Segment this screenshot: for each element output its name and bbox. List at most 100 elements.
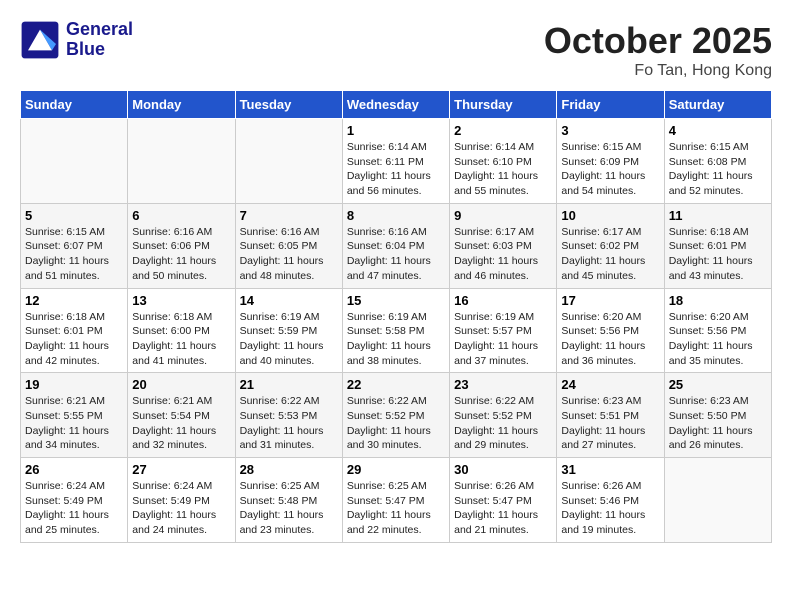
weekday-header-friday: Friday xyxy=(557,91,664,119)
day-cell: 31Sunrise: 6:26 AM Sunset: 5:46 PM Dayli… xyxy=(557,458,664,543)
day-number: 27 xyxy=(132,462,230,477)
day-number: 2 xyxy=(454,123,552,138)
day-cell: 30 Sunrise: 6:26 AM Sunset: 5:47 PM Dayli… xyxy=(450,458,557,543)
day-cell xyxy=(235,119,342,204)
day-cell xyxy=(664,458,771,543)
day-info: Sunrise: 6:20 AM Sunset: 5:56 PM Dayligh… xyxy=(561,310,659,369)
day-info: Sunrise: 6:22 AM Sunset: 5:53 PM Dayligh… xyxy=(240,394,338,453)
weekday-header-sunday: Sunday xyxy=(21,91,128,119)
week-row-4: 19Sunrise: 6:21 AM Sunset: 5:55 PM Dayli… xyxy=(21,373,772,458)
day-info: Sunrise: 6:19 AM Sunset: 5:59 PM Dayligh… xyxy=(240,310,338,369)
logo-line1: General xyxy=(66,20,133,40)
day-number: 1 xyxy=(347,123,445,138)
day-cell: 27 Sunrise: 6:24 AM Sunset: 5:49 PM Dayli… xyxy=(128,458,235,543)
day-number: 25 xyxy=(669,377,767,392)
day-cell: 20Sunrise: 6:21 AM Sunset: 5:54 PM Dayli… xyxy=(128,373,235,458)
page-header: General Blue October 2025 Fo Tan, Hong K… xyxy=(20,20,772,80)
day-cell: 6 Sunrise: 6:16 AM Sunset: 6:06 PM Daylig… xyxy=(128,203,235,288)
day-cell: 4 Sunrise: 6:15 AM Sunset: 6:08 PM Daylig… xyxy=(664,119,771,204)
day-info: Sunrise: 6:24 AM Sunset: 5:49 PM Dayligh… xyxy=(25,479,123,538)
day-cell: 28 Sunrise: 6:25 AM Sunset: 5:48 PM Dayli… xyxy=(235,458,342,543)
day-number: 4 xyxy=(669,123,767,138)
calendar: SundayMondayTuesdayWednesdayThursdayFrid… xyxy=(20,90,772,543)
weekday-header-saturday: Saturday xyxy=(664,91,771,119)
day-number: 28 xyxy=(240,462,338,477)
week-row-3: 12Sunrise: 6:18 AM Sunset: 6:01 PM Dayli… xyxy=(21,288,772,373)
day-cell: 15Sunrise: 6:19 AM Sunset: 5:58 PM Dayli… xyxy=(342,288,449,373)
day-cell: 1Sunrise: 6:14 AM Sunset: 6:11 PM Daylig… xyxy=(342,119,449,204)
day-number: 24 xyxy=(561,377,659,392)
day-cell: 2 Sunrise: 6:14 AM Sunset: 6:10 PM Daylig… xyxy=(450,119,557,204)
day-cell: 8Sunrise: 6:16 AM Sunset: 6:04 PM Daylig… xyxy=(342,203,449,288)
logo-icon xyxy=(20,20,60,60)
day-cell: 24Sunrise: 6:23 AM Sunset: 5:51 PM Dayli… xyxy=(557,373,664,458)
day-number: 7 xyxy=(240,208,338,223)
day-info: Sunrise: 6:21 AM Sunset: 5:55 PM Dayligh… xyxy=(25,394,123,453)
day-number: 29 xyxy=(347,462,445,477)
day-number: 11 xyxy=(669,208,767,223)
week-row-2: 5Sunrise: 6:15 AM Sunset: 6:07 PM Daylig… xyxy=(21,203,772,288)
day-info: Sunrise: 6:17 AM Sunset: 6:03 PM Dayligh… xyxy=(454,225,552,284)
day-info: Sunrise: 6:24 AM Sunset: 5:49 PM Dayligh… xyxy=(132,479,230,538)
day-cell: 29Sunrise: 6:25 AM Sunset: 5:47 PM Dayli… xyxy=(342,458,449,543)
weekday-header-row: SundayMondayTuesdayWednesdayThursdayFrid… xyxy=(21,91,772,119)
week-row-5: 26Sunrise: 6:24 AM Sunset: 5:49 PM Dayli… xyxy=(21,458,772,543)
day-cell: 14 Sunrise: 6:19 AM Sunset: 5:59 PM Dayli… xyxy=(235,288,342,373)
day-cell: 7 Sunrise: 6:16 AM Sunset: 6:05 PM Daylig… xyxy=(235,203,342,288)
day-number: 6 xyxy=(132,208,230,223)
day-cell: 13Sunrise: 6:18 AM Sunset: 6:00 PM Dayli… xyxy=(128,288,235,373)
day-info: Sunrise: 6:16 AM Sunset: 6:06 PM Dayligh… xyxy=(132,225,230,284)
location: Fo Tan, Hong Kong xyxy=(544,62,772,80)
day-cell: 22Sunrise: 6:22 AM Sunset: 5:52 PM Dayli… xyxy=(342,373,449,458)
day-cell: 17 Sunrise: 6:20 AM Sunset: 5:56 PM Dayli… xyxy=(557,288,664,373)
day-info: Sunrise: 6:16 AM Sunset: 6:05 PM Dayligh… xyxy=(240,225,338,284)
day-info: Sunrise: 6:25 AM Sunset: 5:48 PM Dayligh… xyxy=(240,479,338,538)
weekday-header-wednesday: Wednesday xyxy=(342,91,449,119)
day-cell: 3 Sunrise: 6:15 AM Sunset: 6:09 PM Daylig… xyxy=(557,119,664,204)
title-block: October 2025 Fo Tan, Hong Kong xyxy=(544,20,772,80)
day-number: 21 xyxy=(240,377,338,392)
weekday-header-monday: Monday xyxy=(128,91,235,119)
day-number: 17 xyxy=(561,293,659,308)
day-info: Sunrise: 6:15 AM Sunset: 6:09 PM Dayligh… xyxy=(561,140,659,199)
month-title: October 2025 xyxy=(544,20,772,62)
day-cell: 16 Sunrise: 6:19 AM Sunset: 5:57 PM Dayli… xyxy=(450,288,557,373)
day-cell xyxy=(128,119,235,204)
day-number: 30 xyxy=(454,462,552,477)
day-number: 12 xyxy=(25,293,123,308)
day-cell: 25 Sunrise: 6:23 AM Sunset: 5:50 PM Dayli… xyxy=(664,373,771,458)
day-number: 10 xyxy=(561,208,659,223)
day-number: 18 xyxy=(669,293,767,308)
day-cell: 26Sunrise: 6:24 AM Sunset: 5:49 PM Dayli… xyxy=(21,458,128,543)
day-info: Sunrise: 6:20 AM Sunset: 5:56 PM Dayligh… xyxy=(669,310,767,369)
day-info: Sunrise: 6:26 AM Sunset: 5:46 PM Dayligh… xyxy=(561,479,659,538)
day-number: 15 xyxy=(347,293,445,308)
day-cell: 21 Sunrise: 6:22 AM Sunset: 5:53 PM Dayli… xyxy=(235,373,342,458)
day-number: 14 xyxy=(240,293,338,308)
day-info: Sunrise: 6:23 AM Sunset: 5:50 PM Dayligh… xyxy=(669,394,767,453)
week-row-1: 1Sunrise: 6:14 AM Sunset: 6:11 PM Daylig… xyxy=(21,119,772,204)
day-number: 16 xyxy=(454,293,552,308)
weekday-header-thursday: Thursday xyxy=(450,91,557,119)
day-number: 3 xyxy=(561,123,659,138)
day-number: 23 xyxy=(454,377,552,392)
day-info: Sunrise: 6:16 AM Sunset: 6:04 PM Dayligh… xyxy=(347,225,445,284)
day-cell: 5Sunrise: 6:15 AM Sunset: 6:07 PM Daylig… xyxy=(21,203,128,288)
logo-text: General Blue xyxy=(66,20,133,60)
day-info: Sunrise: 6:21 AM Sunset: 5:54 PM Dayligh… xyxy=(132,394,230,453)
day-info: Sunrise: 6:14 AM Sunset: 6:10 PM Dayligh… xyxy=(454,140,552,199)
day-info: Sunrise: 6:22 AM Sunset: 5:52 PM Dayligh… xyxy=(454,394,552,453)
day-cell: 9Sunrise: 6:17 AM Sunset: 6:03 PM Daylig… xyxy=(450,203,557,288)
logo: General Blue xyxy=(20,20,133,60)
day-cell: 19Sunrise: 6:21 AM Sunset: 5:55 PM Dayli… xyxy=(21,373,128,458)
day-cell: 18 Sunrise: 6:20 AM Sunset: 5:56 PM Dayli… xyxy=(664,288,771,373)
weekday-header-tuesday: Tuesday xyxy=(235,91,342,119)
day-info: Sunrise: 6:18 AM Sunset: 6:01 PM Dayligh… xyxy=(669,225,767,284)
day-info: Sunrise: 6:22 AM Sunset: 5:52 PM Dayligh… xyxy=(347,394,445,453)
day-info: Sunrise: 6:26 AM Sunset: 5:47 PM Dayligh… xyxy=(454,479,552,538)
day-info: Sunrise: 6:15 AM Sunset: 6:08 PM Dayligh… xyxy=(669,140,767,199)
day-info: Sunrise: 6:18 AM Sunset: 6:00 PM Dayligh… xyxy=(132,310,230,369)
day-cell: 23 Sunrise: 6:22 AM Sunset: 5:52 PM Dayli… xyxy=(450,373,557,458)
day-info: Sunrise: 6:19 AM Sunset: 5:57 PM Dayligh… xyxy=(454,310,552,369)
day-cell xyxy=(21,119,128,204)
